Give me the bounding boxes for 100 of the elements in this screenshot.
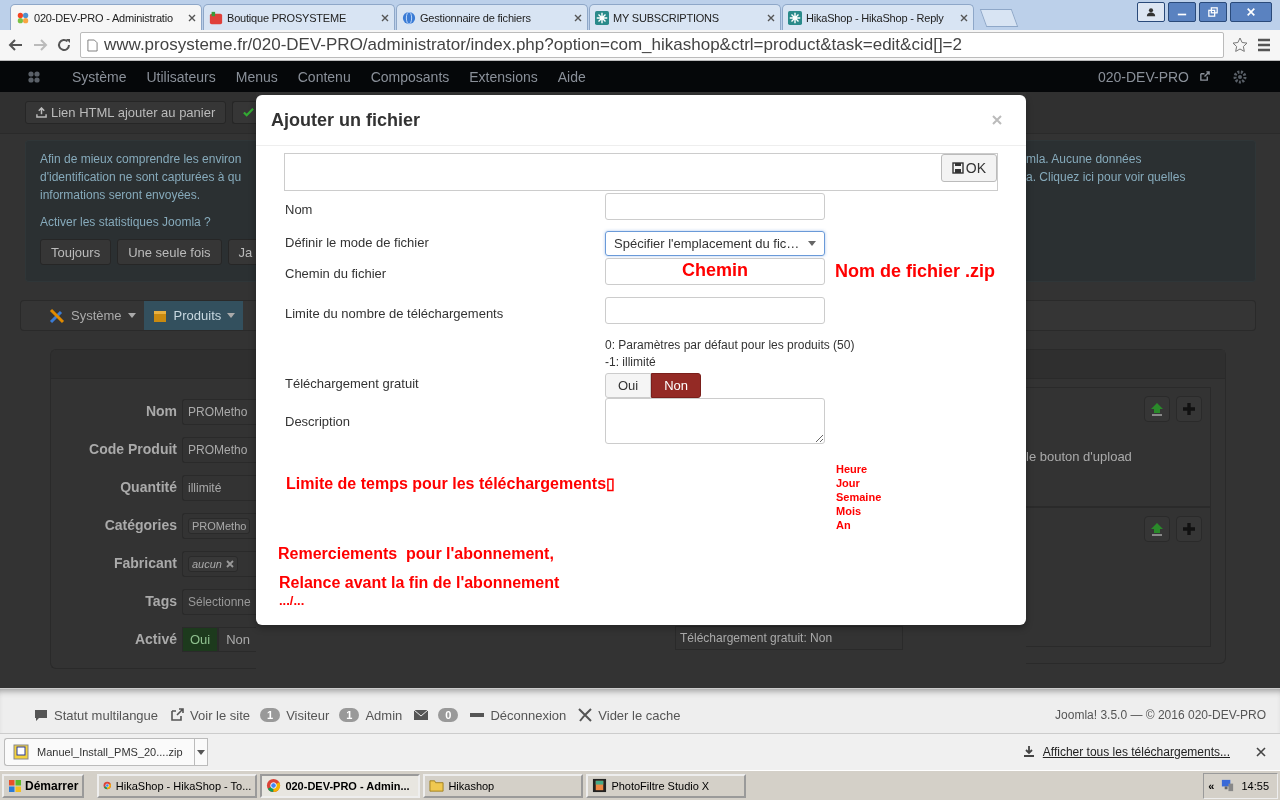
reload-icon[interactable] (56, 37, 72, 53)
toggle-option[interactable]: Non (651, 373, 702, 398)
field-label: Tags (144, 592, 177, 611)
toggle-option[interactable]: Non (218, 627, 256, 652)
version-text: Joomla! 3.5.0 — © 2016 020-DEV-PRO (1055, 708, 1266, 722)
check-button[interactable] (232, 101, 256, 124)
user-button[interactable] (1137, 2, 1165, 22)
taskbar-button[interactable]: PhotoFiltre Studio X (586, 773, 747, 798)
restore-icon (1208, 7, 1218, 17)
tag-field[interactable]: PROMetho (182, 513, 256, 539)
upload-field[interactable]: OK (284, 153, 998, 191)
status-text: Admin (365, 707, 403, 723)
close-icon[interactable] (1256, 747, 1266, 757)
close-icon[interactable] (381, 13, 389, 22)
status-link[interactable]: Statut multilangue (54, 707, 159, 723)
submenu-tab[interactable]: Système (41, 301, 144, 330)
count-badge: 0 (438, 708, 459, 722)
close-icon[interactable] (188, 13, 196, 22)
globe-icon (402, 10, 416, 25)
taskbar-button[interactable]: 020-DEV-PRO - Admin... (260, 773, 421, 798)
annotation-text: Limite de temps pour les téléchargements▯ (286, 474, 617, 493)
info-field: Téléchargement gratuit: Non (675, 626, 903, 650)
stats-option-button[interactable]: Une seule fois (117, 239, 222, 265)
site-link[interactable]: 020-DEV-PRO (1087, 68, 1199, 85)
tag-field[interactable]: aucun (182, 551, 256, 577)
toggle-option[interactable]: Oui (605, 373, 652, 398)
field-label: Définir le mode de fichier (285, 234, 430, 252)
close-icon[interactable] (574, 13, 582, 22)
caret-icon (197, 749, 205, 755)
toggle-option[interactable]: Oui (182, 627, 219, 652)
close-icon[interactable] (767, 13, 775, 22)
menu-item[interactable]: Utilisateurs (136, 68, 226, 85)
menu-item[interactable]: Composants (360, 68, 460, 85)
taskbar-button[interactable]: Hikashop (423, 773, 584, 798)
address-field[interactable]: www.prosysteme.fr/020-DEV-PRO/administrator/index.php?option=com_hikashop&ctrl=product&task=edit&cid[]=2 (80, 32, 1224, 58)
stats-option-button[interactable]: Ja (227, 239, 256, 265)
check-icon (243, 107, 255, 118)
annotation-text: Heure (836, 462, 868, 476)
minimize-button[interactable] (1168, 2, 1196, 22)
description-field[interactable] (605, 398, 825, 444)
browser-tab[interactable]: 020-DEV-PRO - Administratio (10, 4, 202, 30)
settings-icon[interactable] (1232, 68, 1248, 85)
notice-text: d'identification ne sont capturées à qu (40, 169, 242, 186)
upload-button[interactable] (1144, 396, 1170, 422)
network-icon[interactable] (1220, 778, 1236, 793)
external-link-icon (170, 708, 185, 722)
html-link-button[interactable]: Lien HTML ajouter au panier (25, 101, 227, 124)
joomla-logo-icon[interactable] (26, 68, 42, 85)
menu-item[interactable]: Système (62, 68, 137, 85)
text-field[interactable] (605, 193, 825, 220)
menu-item[interactable]: Menus (225, 68, 288, 85)
field-label: Activé (133, 630, 177, 649)
taskbar-button[interactable]: HikaShop - HikaShop - To... (97, 773, 258, 798)
close-icon (1246, 7, 1256, 17)
clear-cache-link[interactable]: Vider le cache (598, 707, 681, 723)
field-label: Description (285, 413, 352, 431)
text-field[interactable] (605, 297, 825, 324)
dropdown-button[interactable] (194, 738, 208, 766)
tab-title: 020-DEV-PRO - Administratio (34, 11, 174, 24)
notice-text: mla. Aucune données (1026, 151, 1142, 168)
menu-item[interactable]: Extensions (459, 68, 548, 85)
status-link[interactable]: Voir le site (190, 707, 251, 723)
comment-icon (34, 708, 48, 722)
browser-tab[interactable]: Gestionnaire de fichiers (396, 4, 588, 30)
annotation-text: .../... (279, 593, 305, 609)
submenu-tab[interactable]: Produits (143, 301, 244, 330)
browser-icon (266, 778, 282, 793)
url-text: www.prosysteme.fr/020-DEV-PRO/administrator/index.php?option=com_hikashop&ctrl=product&task=edit&cid[]=2 (104, 35, 962, 55)
tab-title: HikaShop - HikaShop - Reply (806, 11, 945, 24)
menu-item[interactable]: Aide (547, 68, 596, 85)
start-button[interactable]: Démarrer (2, 773, 85, 798)
browser-tab[interactable]: Boutique PROSYSTEME (203, 4, 395, 30)
show-all-downloads-link[interactable]: Afficher tous les téléchargements... (1042, 745, 1230, 759)
save-icon (951, 162, 964, 174)
close-button[interactable] (1230, 2, 1272, 22)
back-icon[interactable] (8, 37, 24, 53)
ok-button[interactable]: OK (940, 154, 997, 182)
tray-expand-button[interactable]: « (1208, 779, 1215, 792)
windows-flag-icon (8, 778, 22, 793)
status-text: Visiteur (286, 707, 330, 723)
menu-icon[interactable] (1256, 37, 1272, 53)
bookmark-star-icon[interactable] (1232, 37, 1248, 53)
tab-title: Boutique PROSYSTEME (227, 11, 348, 24)
restore-button[interactable] (1199, 2, 1227, 22)
close-icon[interactable] (960, 13, 968, 22)
film-icon (592, 778, 608, 793)
logout-link[interactable]: Déconnexion (490, 707, 567, 723)
external-link-icon[interactable] (1199, 71, 1210, 82)
browser-tab[interactable]: MY SUBSCRIPTIONS (589, 4, 781, 30)
browser-tab[interactable]: HikaShop - HikaShop - Reply (782, 4, 974, 30)
notice-text: informations seront envoyées. (40, 187, 201, 204)
count-badge: 1 (339, 708, 360, 722)
text-field[interactable]: Chemin (605, 258, 825, 285)
select-field[interactable]: Spécifier l'emplacement du fic… (605, 231, 825, 256)
remove-icon[interactable] (226, 560, 234, 568)
menu-item[interactable]: Contenu (287, 68, 361, 85)
stats-option-button[interactable]: Toujours (40, 239, 112, 265)
download-item[interactable]: Manuel_Install_PMS_20....zip (4, 738, 194, 766)
upload-button[interactable] (1144, 516, 1170, 542)
caret-icon (808, 241, 816, 246)
